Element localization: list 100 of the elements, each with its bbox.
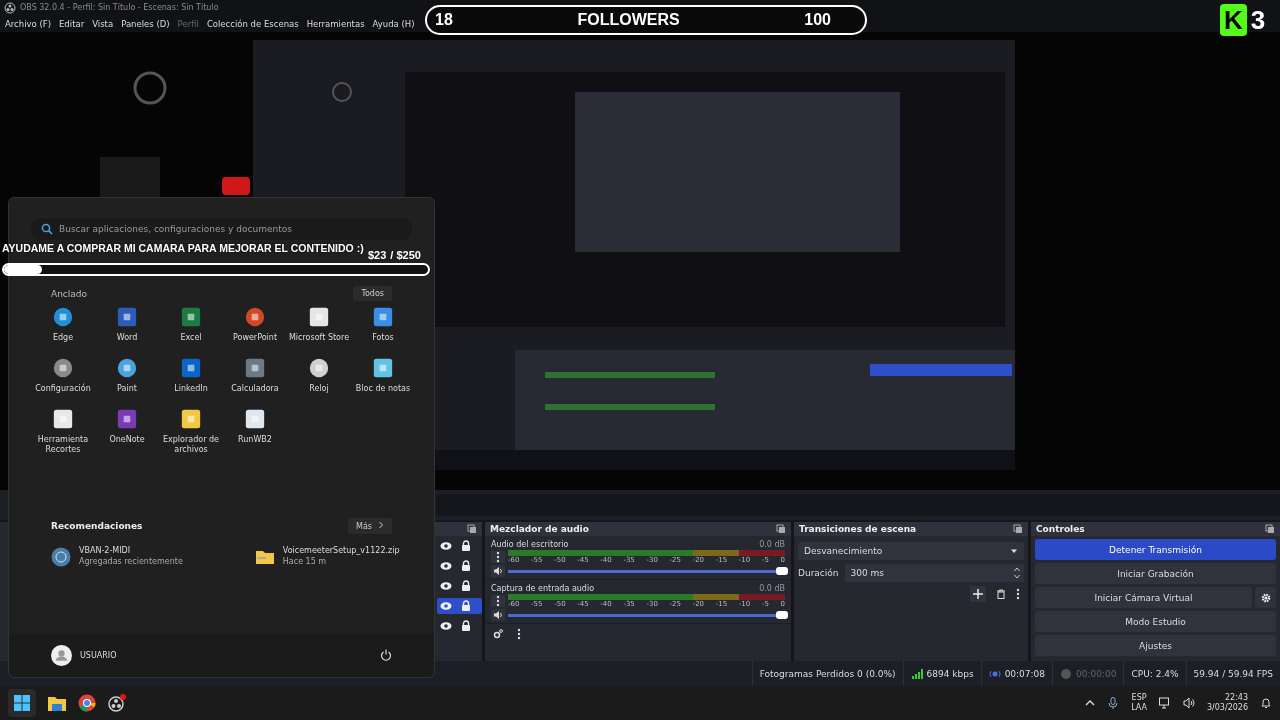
menu-item[interactable]: Editar (59, 18, 85, 29)
logo-number: 3 (1250, 4, 1266, 36)
app-icon (309, 307, 329, 327)
channel-menu-button[interactable] (491, 551, 505, 564)
follower-count: 18 (435, 11, 453, 29)
menu-item[interactable]: Archivo (F) (5, 18, 51, 29)
eye-icon[interactable] (440, 620, 452, 633)
pinned-app[interactable]: Calculadora (223, 357, 287, 395)
avatar-icon (51, 644, 72, 666)
control-button[interactable]: Ajustes (1035, 635, 1276, 657)
undock-icon[interactable] (776, 524, 786, 535)
pinned-app[interactable]: Microsoft Store (287, 307, 351, 344)
menu-item[interactable]: Colección de Escenas (206, 18, 299, 29)
channel-reading: 0.0 dB (759, 540, 785, 550)
section-title: Anclado (51, 288, 88, 299)
kebab-icon[interactable] (1016, 588, 1020, 601)
chevron-right-icon (378, 521, 384, 530)
power-icon[interactable] (380, 649, 392, 661)
source-row[interactable] (437, 598, 482, 615)
transition-dropdown[interactable]: Desvanecimiento (798, 542, 1024, 561)
more-button[interactable]: Más (348, 518, 392, 535)
add-button[interactable] (970, 586, 986, 603)
user-account[interactable]: USUARIO (51, 644, 117, 666)
lock-icon[interactable] (460, 540, 472, 553)
lock-icon[interactable] (460, 580, 472, 593)
pinned-app[interactable]: OneNote (95, 408, 159, 457)
eye-icon[interactable] (440, 580, 452, 593)
pinned-app[interactable]: Bloc de notas (351, 357, 415, 395)
mute-button[interactable] (491, 565, 505, 578)
mute-button[interactable] (491, 609, 505, 622)
pinned-app[interactable]: Herramienta Recortes (31, 408, 95, 457)
network-icon[interactable] (1158, 697, 1171, 710)
obs-icon[interactable] (108, 694, 126, 713)
undock-icon[interactable] (1265, 524, 1275, 535)
kebab-icon[interactable] (517, 628, 521, 641)
speaker-icon[interactable] (1182, 697, 1195, 710)
volume-slider[interactable] (508, 613, 785, 617)
settings-icon[interactable] (493, 629, 503, 640)
eye-icon[interactable] (440, 560, 452, 573)
lock-icon[interactable] (460, 620, 472, 633)
pinned-app[interactable]: PowerPoint (223, 307, 287, 344)
lock-icon[interactable] (460, 560, 472, 573)
section-title: Recomendaciones (51, 521, 143, 532)
pinned-app[interactable]: Edge (31, 307, 95, 344)
channel-name: Audio del escritorio (491, 540, 569, 550)
app-icon (117, 307, 137, 327)
duration-field[interactable]: 300 ms (844, 564, 1024, 583)
menu-item[interactable]: Herramientas (306, 18, 365, 29)
search-icon (41, 223, 53, 235)
all-apps-button[interactable]: Todos (353, 286, 392, 301)
clock[interactable]: 22:43 3/03/2026 (1206, 692, 1248, 714)
donation-raised: $23 (368, 249, 387, 261)
logo-letter: K (1220, 4, 1247, 36)
app-icon (51, 547, 71, 567)
settings-button[interactable] (1255, 587, 1276, 609)
eye-icon[interactable] (440, 540, 452, 553)
folder-icon[interactable] (48, 694, 66, 713)
lock-icon[interactable] (460, 600, 472, 613)
trash-icon[interactable] (996, 589, 1006, 600)
app-icon (117, 408, 137, 429)
pinned-app[interactable]: Excel (159, 307, 223, 344)
app-icon (181, 357, 201, 378)
recommended-item[interactable]: VBAN-2-MIDI Agregadas recientemente (51, 546, 183, 568)
app-icon (309, 357, 329, 378)
microphone-icon[interactable] (1107, 697, 1120, 710)
status-text: CPU: 2.4% (1131, 668, 1179, 679)
search-field[interactable]: Buscar aplicaciones, configuraciones y documentos (31, 218, 412, 240)
dock-title: Transiciones de escena (799, 524, 917, 535)
channel-menu-button[interactable] (491, 595, 505, 608)
menu-item[interactable]: Vista (92, 18, 114, 29)
start-button[interactable] (8, 689, 36, 718)
eye-icon[interactable] (440, 600, 452, 613)
status-text: 00:00:00 (1076, 668, 1117, 679)
menu-item[interactable]: Ayuda (H) (372, 18, 415, 29)
browser-icon[interactable] (78, 694, 96, 713)
pinned-app[interactable]: Reloj (287, 357, 351, 395)
app-icon (181, 307, 201, 327)
menu-item[interactable]: Paneles (D) (121, 18, 170, 29)
plus-icon (973, 589, 983, 600)
control-button[interactable]: Modo Estudio (1035, 611, 1276, 633)
control-button[interactable]: Detener Transmisión (1035, 539, 1276, 561)
channel-reading: 0.0 dB (759, 584, 785, 594)
bell-icon[interactable] (1260, 697, 1272, 710)
app-icon (117, 357, 137, 378)
pinned-app[interactable]: Configuración (31, 357, 95, 395)
pinned-app[interactable]: RunWB2 (223, 408, 287, 457)
control-button[interactable]: Iniciar Cámara Virtual (1035, 587, 1252, 609)
undock-icon[interactable] (1013, 524, 1023, 535)
undock-icon[interactable] (467, 524, 477, 535)
pinned-app[interactable]: Fotos (351, 307, 415, 344)
volume-slider[interactable] (508, 569, 785, 573)
language-indicator[interactable]: ESP LAA (1131, 692, 1147, 714)
pinned-app[interactable]: Explorador de archivos (159, 408, 223, 457)
speaker-icon (493, 610, 503, 621)
recommended-item[interactable]: VoicemeeterSetup_v1122.zip Hace 15 m (254, 546, 400, 568)
pinned-app[interactable]: Paint (95, 357, 159, 395)
control-button[interactable]: Iniciar Grabación (1035, 563, 1276, 585)
pinned-app[interactable]: LinkedIn (159, 357, 223, 395)
pinned-app[interactable]: Word (95, 307, 159, 344)
window-title: OBS 32.0.4 - Perfil: Sin Título - Escenas: Sin Título (20, 3, 219, 13)
